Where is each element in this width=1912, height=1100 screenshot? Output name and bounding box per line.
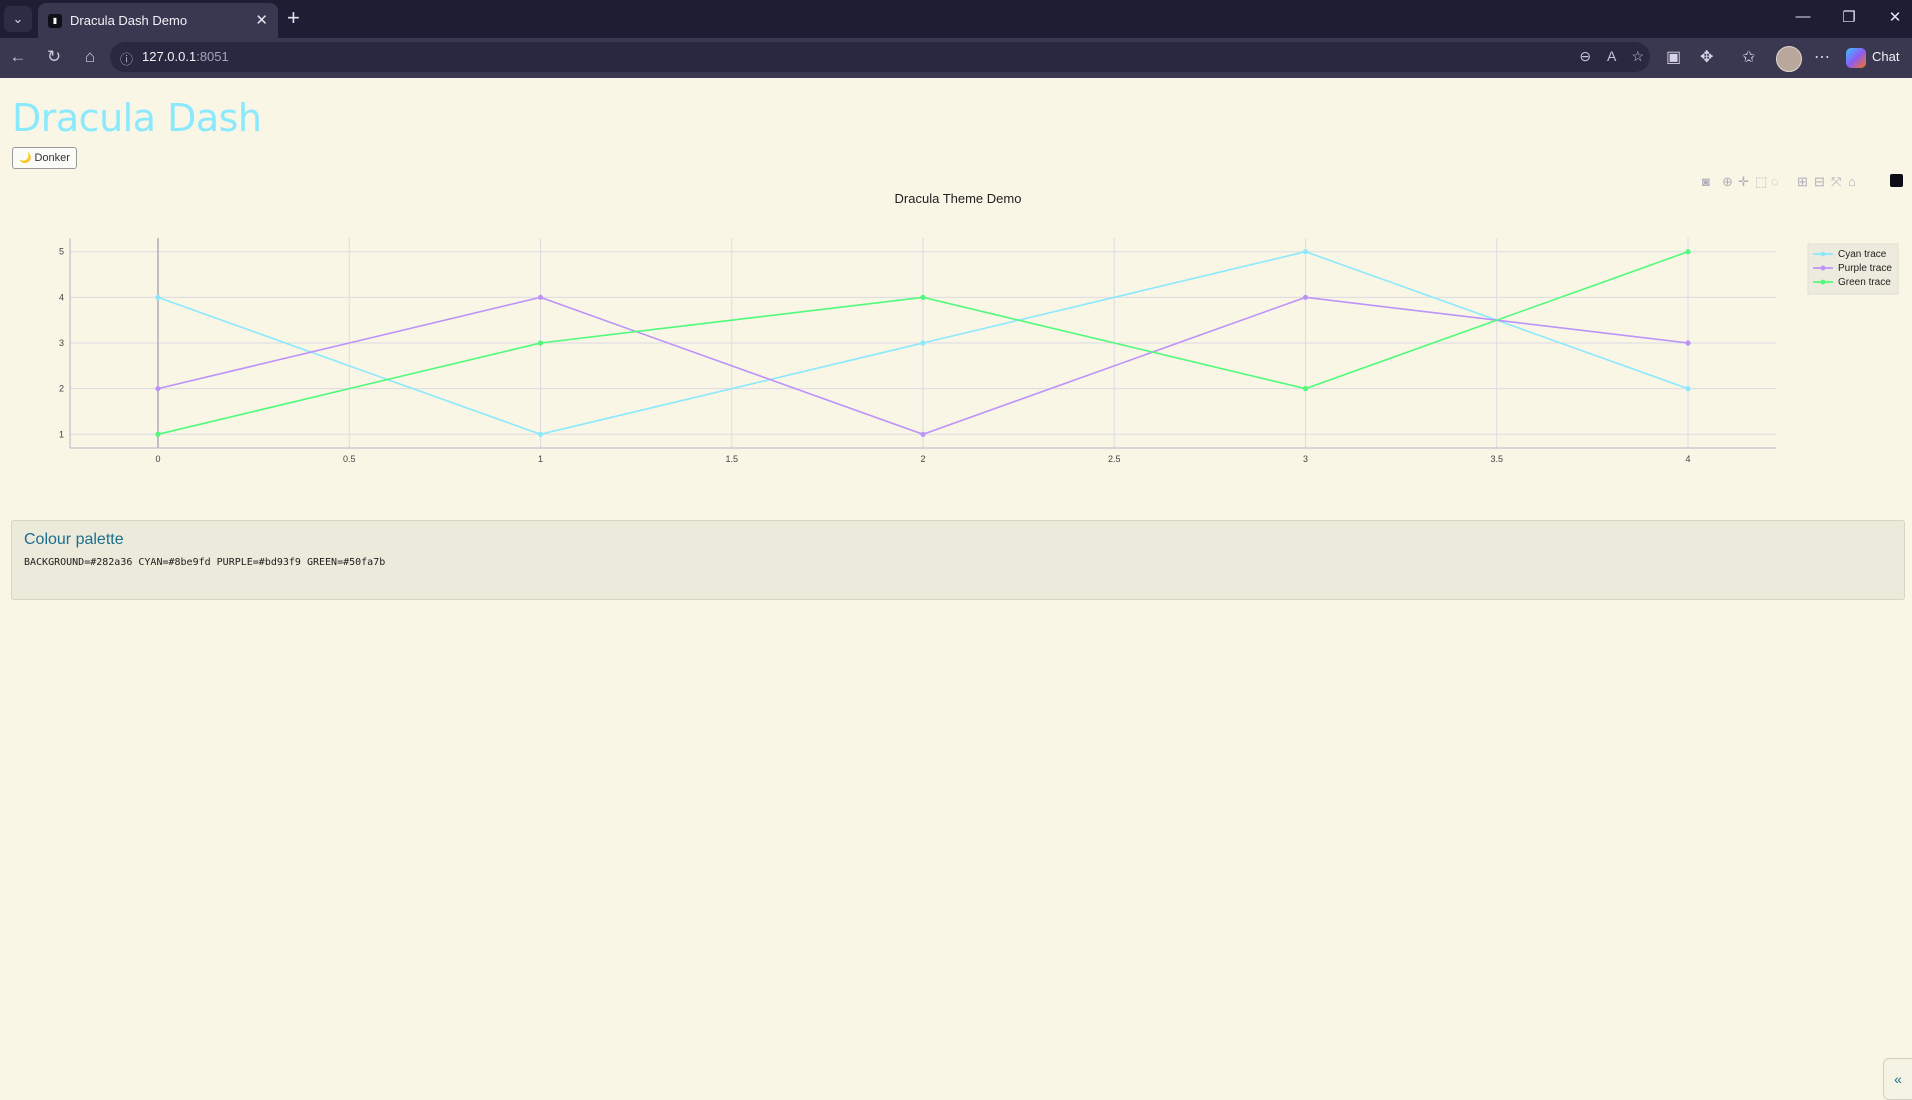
x-tick-label: 0: [155, 454, 160, 464]
legend-swatch-point: [1820, 265, 1826, 271]
y-tick-label: 3: [59, 338, 64, 348]
tab-actions-menu-icon[interactable]: ⌄: [4, 6, 32, 32]
data-point: [920, 340, 926, 346]
extension-icon[interactable]: ▣: [1666, 47, 1681, 67]
copilot-icon: [1846, 47, 1866, 68]
legend-label: Purple trace: [1838, 263, 1892, 274]
site-info-icon[interactable]: ⓘ: [120, 49, 133, 68]
chart-title: Dracula Theme Demo: [895, 191, 1022, 206]
legend-label: Green trace: [1838, 277, 1891, 288]
colour-palette-card: Colour palette BACKGROUND=#282a36 CYAN=#…: [11, 520, 1905, 600]
extensions-puzzle-icon[interactable]: ✥: [1700, 47, 1713, 67]
y-tick-label: 2: [59, 384, 64, 394]
home-icon[interactable]: ⌂: [78, 47, 102, 67]
palette-title: Colour palette: [24, 531, 124, 548]
x-tick-label: 3.5: [1491, 454, 1504, 464]
url-host: 127.0.0.1: [142, 49, 197, 64]
legend-swatch-point: [1820, 279, 1826, 285]
palette-values: BACKGROUND=#282a36 CYAN=#8be9fd PURPLE=#…: [24, 557, 386, 568]
back-icon[interactable]: ←: [6, 47, 30, 67]
x-tick-label: 2.5: [1108, 454, 1121, 464]
data-point: [920, 294, 926, 300]
data-point: [1302, 386, 1309, 392]
tab-title: Dracula Dash Demo: [70, 13, 188, 28]
chat-label: Chat: [1872, 49, 1900, 64]
line-chart: Dracula Theme Demo 0 0.5 1 1.5 2 2.5 3 3.5 4 1 2 3 4…: [59, 191, 1899, 464]
collapse-panel-icon[interactable]: «: [1883, 1058, 1912, 1100]
copilot-chat-button[interactable]: Chat: [1846, 44, 1899, 70]
y-tick-label: 4: [59, 292, 64, 302]
more-options-icon[interactable]: ⋯: [1814, 47, 1830, 67]
y-tick-label: 1: [59, 429, 64, 439]
data-point: [1685, 386, 1691, 392]
browser-tab[interactable]: ▮ Dracula Dash Demo ✕: [38, 3, 278, 38]
url-text: 127.0.0.1:8051: [142, 49, 229, 64]
data-point: [537, 340, 544, 346]
x-tick-label: 1.5: [725, 454, 738, 464]
x-tick-label: 3: [1303, 454, 1308, 464]
favorites-icon[interactable]: ✩: [1742, 47, 1755, 67]
data-point: [1302, 249, 1309, 255]
dash-favicon-icon: ▮: [48, 14, 62, 28]
url-field[interactable]: ⓘ 127.0.0.1:8051 ⊖ A ☆: [110, 42, 1650, 72]
x-tick-label: 4: [1686, 454, 1691, 464]
data-point: [537, 431, 544, 437]
data-point: [155, 431, 161, 437]
page-content: Dracula Dash 🌙 Donker ◙ ⊕ ✛ ⬚ ◌ ⊞ ⊟ ⤧ ⌂ D…: [2, 78, 1912, 1100]
x-tick-label: 1: [538, 454, 543, 464]
data-point: [1685, 340, 1691, 346]
data-point: [537, 294, 544, 300]
restore-icon[interactable]: ❐: [1834, 8, 1864, 26]
close-tab-icon[interactable]: ✕: [255, 11, 268, 29]
data-point: [1685, 249, 1691, 255]
browser-tab-bar: ⌄ ▮ Dracula Dash Demo ✕ + — ❐ ✕: [0, 0, 1912, 38]
read-aloud-icon[interactable]: A: [1607, 48, 1616, 64]
chart-legend[interactable]: Cyan trace Purple trace Green trace: [1807, 243, 1899, 295]
data-point: [155, 294, 161, 300]
minimize-icon[interactable]: —: [1788, 8, 1818, 25]
data-point: [920, 431, 926, 437]
legend-swatch-point: [1820, 251, 1826, 257]
close-window-icon[interactable]: ✕: [1880, 8, 1910, 26]
profile-avatar[interactable]: [1776, 46, 1802, 72]
x-tick-label: 2: [920, 454, 925, 464]
zoom-out-icon[interactable]: ⊖: [1579, 48, 1591, 64]
url-port: :8051: [196, 49, 229, 64]
data-point: [155, 386, 161, 392]
favorite-star-icon[interactable]: ☆: [1631, 48, 1644, 64]
y-tick-label: 5: [59, 247, 64, 257]
x-tick-label: 0.5: [343, 454, 356, 464]
refresh-icon[interactable]: ↻: [42, 47, 66, 67]
address-bar: ← ↻ ⌂ ⓘ 127.0.0.1:8051 ⊖ A ☆ ▣ ✥ ✩ ⋯ Cha…: [0, 38, 1912, 78]
new-tab-icon[interactable]: +: [287, 5, 300, 31]
legend-label: Cyan trace: [1838, 249, 1887, 260]
data-point: [1302, 294, 1309, 300]
url-actions: ⊖ A ☆: [1567, 48, 1644, 65]
